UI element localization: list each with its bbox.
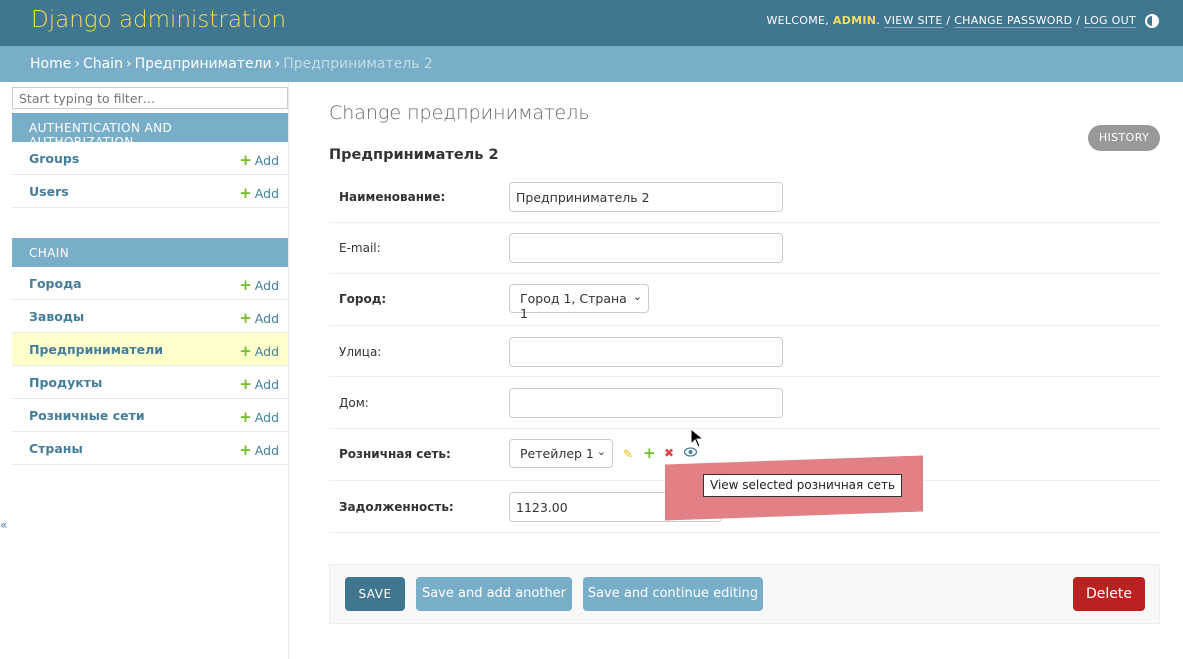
- change-related-pencil-icon[interactable]: ✎: [623, 447, 633, 461]
- street-label: Улица:: [339, 345, 382, 359]
- breadcrumb-separator: ›: [74, 56, 80, 72]
- street-field[interactable]: [509, 337, 783, 367]
- sidebar-item-groups[interactable]: Groups + Add: [12, 142, 288, 175]
- add-label: Add: [254, 278, 279, 293]
- retail-label: Розничная сеть:: [339, 447, 451, 461]
- breadcrumb-chain[interactable]: Chain: [83, 56, 123, 72]
- add-label: Add: [254, 311, 279, 326]
- retail-select-value: Ретейлер 1: [520, 446, 594, 461]
- add-link[interactable]: + Add: [239, 408, 279, 426]
- site-name[interactable]: Django administration: [31, 7, 286, 33]
- add-label: Add: [254, 186, 279, 201]
- form-row-city: Город: Город 1, Страна 1 ⌄: [329, 274, 1160, 326]
- email-label: E-mail:: [339, 241, 381, 255]
- tooltip: View selected розничная сеть: [703, 474, 903, 497]
- sidebar-item-retail-chains[interactable]: Розничные сети + Add: [12, 399, 288, 432]
- email-field[interactable]: [509, 233, 783, 263]
- plus-icon: +: [239, 342, 252, 360]
- nav-sidebar: AUTHENTICATION AND AUTHORIZATION Groups …: [12, 82, 289, 659]
- name-label: Наименование:: [339, 190, 446, 204]
- add-related-plus-icon[interactable]: +: [643, 444, 656, 462]
- form-row-name: Наименование:: [329, 171, 1160, 223]
- house-label: Дом:: [339, 396, 369, 410]
- add-label: Add: [254, 377, 279, 392]
- form-row-house: Дом:: [329, 377, 1160, 429]
- save-and-continue-button[interactable]: Save and continue editing: [583, 577, 763, 611]
- model-link[interactable]: Заводы: [29, 309, 84, 324]
- breadcrumb-model[interactable]: Предприниматели: [135, 56, 272, 72]
- model-link[interactable]: Groups: [29, 151, 79, 166]
- sidebar-item-products[interactable]: Продукты + Add: [12, 366, 288, 399]
- model-link[interactable]: Страны: [29, 441, 83, 456]
- retail-select[interactable]: Ретейлер 1 ⌄: [509, 439, 613, 468]
- app-caption-chain[interactable]: CHAIN: [12, 238, 288, 267]
- city-select-value: Город 1, Страна 1: [520, 291, 627, 321]
- sidebar-item-cities[interactable]: Города + Add: [12, 267, 288, 300]
- view-site-link[interactable]: VIEW SITE: [883, 14, 943, 28]
- chevron-down-icon: ⌄: [632, 290, 642, 303]
- add-label: Add: [254, 410, 279, 425]
- sidebar-item-entrepreneurs[interactable]: Предприниматели + Add: [12, 333, 288, 366]
- welcome-text: WELCOME,: [766, 14, 833, 27]
- add-link[interactable]: + Add: [239, 309, 279, 327]
- breadcrumb-separator: ›: [125, 56, 132, 72]
- sidebar-item-countries[interactable]: Страны + Add: [12, 432, 288, 465]
- add-link[interactable]: + Add: [239, 342, 279, 360]
- sidebar-item-users[interactable]: Users + Add: [12, 175, 288, 208]
- object-title: Предприниматель 2: [329, 147, 499, 163]
- debt-label: Задолженность:: [339, 500, 454, 514]
- plus-icon: +: [239, 441, 252, 459]
- add-link[interactable]: + Add: [239, 184, 279, 202]
- sidebar-collapse-toggle[interactable]: «: [0, 518, 7, 532]
- model-link[interactable]: Города: [29, 276, 82, 291]
- nav-filter-input[interactable]: [12, 87, 288, 109]
- model-link[interactable]: Предприниматели: [29, 342, 163, 357]
- form-row-email: E-mail:: [329, 223, 1160, 274]
- plus-icon: +: [239, 408, 252, 426]
- add-link[interactable]: + Add: [239, 276, 279, 294]
- save-and-add-another-button[interactable]: Save and add another: [416, 577, 572, 611]
- model-link[interactable]: Продукты: [29, 375, 102, 390]
- breadcrumb: Home › Chain › Предприниматели › Предпринимате…: [0, 46, 1183, 82]
- add-link[interactable]: + Add: [239, 151, 279, 169]
- delete-button[interactable]: Delete: [1073, 577, 1145, 611]
- add-label: Add: [254, 443, 279, 458]
- plus-icon: +: [239, 276, 252, 294]
- breadcrumb-current: Предприниматель 2: [283, 56, 433, 72]
- plus-icon: +: [239, 184, 252, 202]
- breadcrumb-home[interactable]: Home: [30, 56, 71, 72]
- add-label: Add: [254, 153, 279, 168]
- theme-toggle-icon[interactable]: [1145, 14, 1159, 28]
- plus-icon: +: [239, 375, 252, 393]
- add-link[interactable]: + Add: [239, 441, 279, 459]
- plus-icon: +: [239, 309, 252, 327]
- user-tools: WELCOME, ADMIN. VIEW SITE / CHANGE PASSW…: [766, 14, 1136, 28]
- delete-related-x-icon[interactable]: ✖: [664, 446, 674, 460]
- mouse-cursor-icon: [690, 428, 705, 448]
- form-row-street: Улица:: [329, 326, 1160, 377]
- add-label: Add: [254, 344, 279, 359]
- save-button[interactable]: SAVE: [345, 577, 405, 611]
- house-field[interactable]: [509, 388, 783, 418]
- model-link[interactable]: Розничные сети: [29, 408, 145, 423]
- city-select[interactable]: Город 1, Страна 1 ⌄: [509, 284, 649, 321]
- header: Django administration WELCOME, ADMIN. VI…: [0, 0, 1183, 46]
- add-link[interactable]: + Add: [239, 375, 279, 393]
- app-caption-auth[interactable]: AUTHENTICATION AND AUTHORIZATION: [12, 113, 288, 149]
- page-title: Change предприниматель: [329, 102, 590, 124]
- submit-row: SAVE Save and add another Save and conti…: [329, 564, 1160, 624]
- log-out-link[interactable]: LOG OUT: [1084, 14, 1136, 28]
- name-field[interactable]: [509, 182, 783, 212]
- username: ADMIN: [832, 14, 877, 27]
- chevron-down-icon: ⌄: [596, 445, 606, 458]
- breadcrumb-separator: ›: [274, 56, 281, 72]
- history-button[interactable]: HISTORY: [1088, 125, 1160, 151]
- sidebar-item-factories[interactable]: Заводы + Add: [12, 300, 288, 333]
- model-link[interactable]: Users: [29, 184, 69, 199]
- city-label: Город:: [339, 292, 387, 306]
- plus-icon: +: [239, 151, 252, 169]
- change-password-link[interactable]: CHANGE PASSWORD: [954, 14, 1073, 28]
